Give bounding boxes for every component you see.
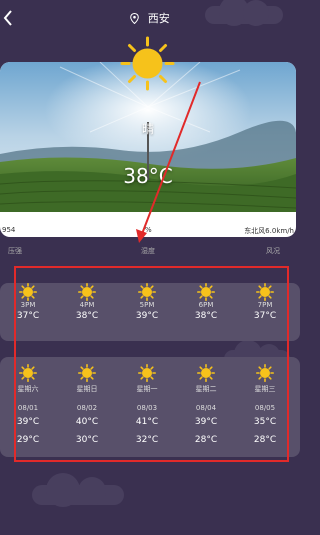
- arrow-annotation: [136, 81, 201, 243]
